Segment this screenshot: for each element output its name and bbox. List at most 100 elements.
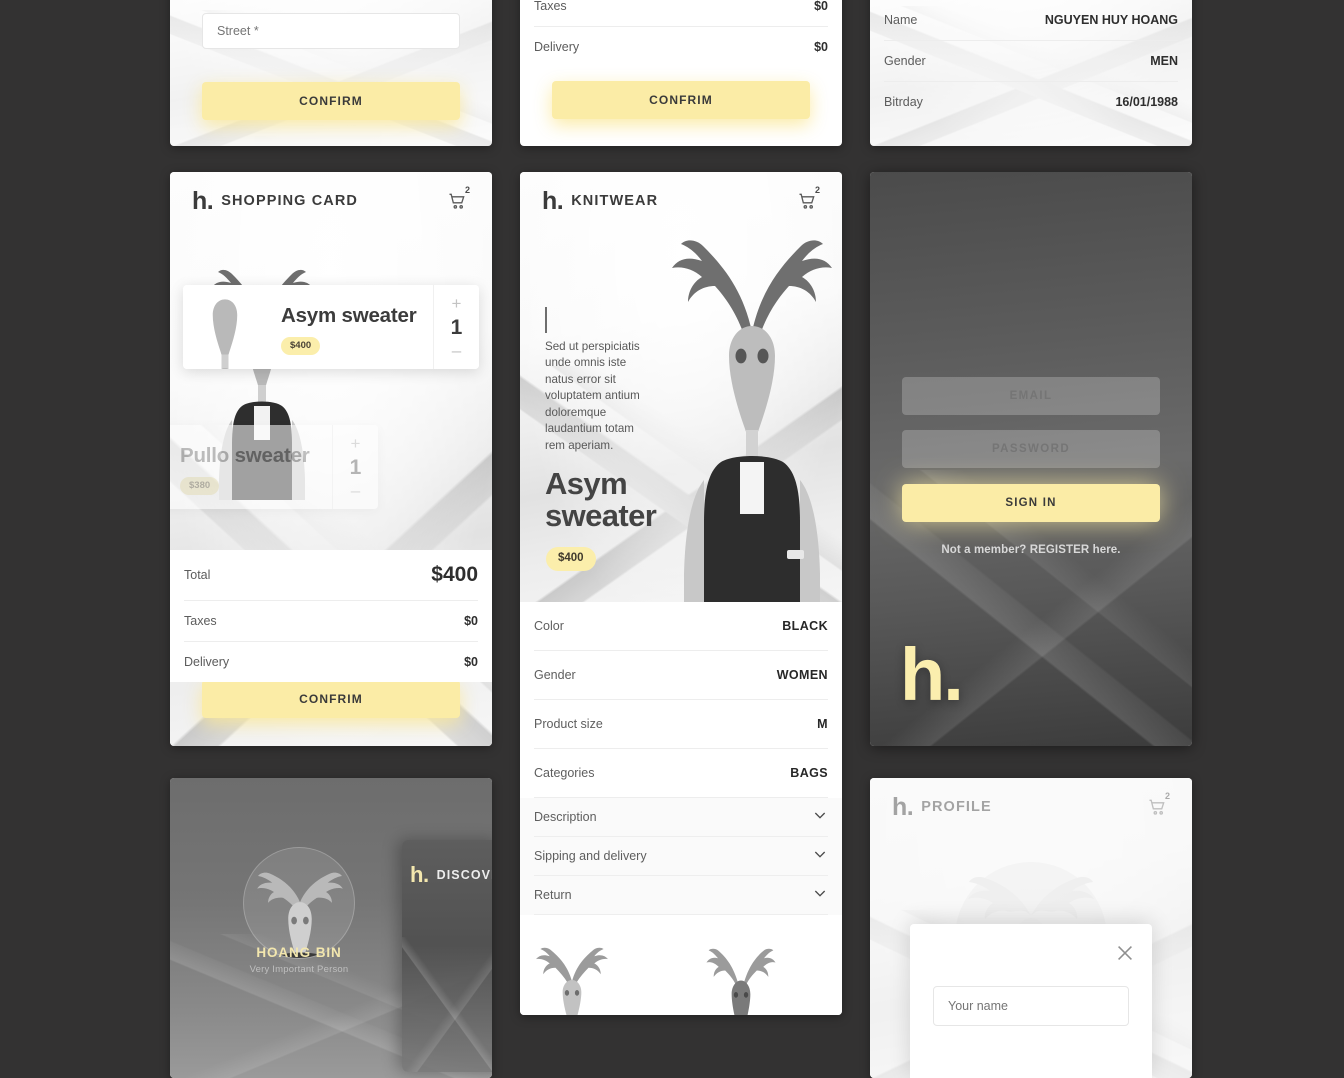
row-label: Gender	[884, 54, 926, 68]
quantity-stepper[interactable]: + 1 –	[332, 425, 378, 509]
table-row: Total $400	[184, 550, 478, 601]
profile-card: h. PROFILE 2	[870, 778, 1192, 1078]
attribute-label: Product size	[534, 717, 603, 731]
confirm-button[interactable]: CONFIRM	[202, 82, 460, 120]
attribute-value: M	[817, 717, 828, 731]
profile-card-header: h. PROFILE 2	[870, 778, 1192, 836]
accordion-description[interactable]: Description	[534, 798, 828, 837]
quantity-stepper[interactable]: + 1 –	[433, 285, 479, 369]
price-badge: $400	[281, 337, 321, 355]
product-name: Asym sweater	[545, 466, 657, 533]
attribute-value: BLACK	[782, 619, 828, 633]
list-item[interactable]: Asym sweater $400 + 1 –	[183, 285, 479, 369]
password-field[interactable]	[902, 430, 1160, 468]
brand-logo: h.	[900, 633, 964, 716]
table-row: Delivery $0	[184, 642, 478, 682]
accordion-label: Return	[534, 888, 572, 902]
email-field[interactable]	[902, 377, 1160, 415]
brand-logo: h.	[892, 792, 914, 821]
related-product-thumb[interactable]	[520, 917, 681, 1015]
decrement-button[interactable]: –	[351, 482, 360, 499]
row-value: 16/01/1988	[1115, 95, 1178, 109]
row-value: $0	[814, 40, 828, 54]
panel-photo	[402, 937, 492, 1072]
accordion-return[interactable]: Return	[534, 876, 828, 915]
shopping-cart-icon[interactable]: 2	[794, 185, 820, 214]
product-card-header: h. KNITWEAR 2	[520, 172, 842, 230]
edit-profile-modal	[910, 924, 1152, 1078]
product-accordions: Description Sipping and delivery Return	[520, 798, 842, 915]
table-row: Bitrday 16/01/1988	[884, 82, 1178, 122]
chevron-down-icon	[812, 807, 828, 828]
vip-subtitle: Very Important Person	[249, 964, 349, 975]
product-info: Pullo sweater $380	[170, 425, 332, 509]
row-label: Taxes	[184, 614, 217, 628]
table-row: Taxes $0	[534, 0, 828, 27]
list-item[interactable]: Pullo sweater $380 + 1 –	[170, 425, 378, 509]
row-value: $0	[814, 0, 828, 13]
sign-in-card: SIGN IN Not a member? REGISTER here. h.	[870, 172, 1192, 746]
page-title: KNITWEAR	[571, 193, 659, 209]
screenshot-board: CONFIRM Taxes $0 Delivery $0 CONFRIM Nam…	[0, 0, 1344, 1078]
row-label: Delivery	[184, 655, 230, 669]
product-name: Asym sweater	[281, 304, 417, 328]
confirm-button[interactable]: CONFRIM	[202, 680, 460, 718]
table-row: Delivery $0	[534, 27, 828, 67]
row-value: $400	[431, 563, 478, 586]
your-name-input[interactable]	[933, 986, 1129, 1026]
price-badge: $380	[180, 477, 220, 495]
table-row: Gender MEN	[884, 41, 1178, 82]
profile-info-card: Name NGUYEN HUY HOANG Gender MEN Bitrday…	[870, 0, 1192, 146]
avatar	[243, 847, 355, 959]
page-title: SHOPPING CARD	[221, 193, 358, 209]
product-info: Asym sweater $400	[265, 285, 433, 369]
address-form-card: CONFIRM	[170, 0, 492, 146]
product-thumbnail	[183, 285, 265, 369]
row-label: Total	[184, 568, 211, 582]
product-name: Pullo sweater	[180, 444, 310, 468]
register-link[interactable]: Not a member? REGISTER here.	[902, 544, 1160, 556]
row-value: MEN	[1150, 54, 1178, 68]
increment-button[interactable]: +	[351, 435, 361, 452]
chevron-down-icon	[812, 846, 828, 867]
confirm-button[interactable]: CONFRIM	[552, 81, 810, 119]
shopping-cart-icon[interactable]: 2	[1144, 791, 1170, 820]
street-input[interactable]	[202, 13, 460, 49]
related-product-thumb[interactable]	[681, 917, 842, 1015]
product-attributes: Color BLACK Gender WOMEN Product size M …	[520, 602, 842, 798]
vip-discover-card: HOANG BIN Very Important Person h. DISCO…	[170, 778, 492, 1078]
table-row: Product size M	[534, 700, 828, 749]
vip-name: HOANG BIN	[256, 945, 342, 960]
profile-info-rows: Name NGUYEN HUY HOANG Gender MEN Bitrday…	[870, 0, 1192, 122]
row-label: Name	[884, 13, 918, 27]
price-badge: $400	[546, 547, 596, 571]
decrement-button[interactable]: –	[452, 342, 461, 359]
table-row: Taxes $0	[184, 601, 478, 642]
page-title: PROFILE	[921, 799, 992, 815]
cart-badge: 2	[814, 185, 820, 195]
chevron-down-icon	[812, 885, 828, 906]
summary-totals: Taxes $0 Delivery $0	[520, 0, 842, 67]
row-value: NGUYEN HUY HOANG	[1044, 13, 1178, 27]
attribute-value: WOMEN	[776, 668, 828, 682]
row-label: Taxes	[534, 0, 567, 13]
quantity-value: 1	[349, 455, 362, 479]
quantity-value: 1	[450, 315, 463, 339]
table-row: Gender WOMEN	[534, 651, 828, 700]
discover-header: h. DISCOVER	[410, 864, 492, 886]
attribute-value: BAGS	[790, 766, 828, 780]
product-detail-card: h. KNITWEAR 2 Sed ut perspiciatis unde o…	[520, 172, 842, 1015]
attribute-label: Color	[534, 619, 564, 633]
panel-title: DISCOVER	[436, 868, 492, 882]
cart-badge: 2	[1164, 791, 1170, 801]
related-products	[520, 917, 842, 1015]
brand-logo: h.	[192, 186, 214, 215]
accordion-shipping[interactable]: Sipping and delivery	[534, 837, 828, 876]
close-icon[interactable]	[1114, 942, 1136, 964]
shopping-cart-icon[interactable]: 2	[444, 186, 470, 214]
checkout-summary-card: Taxes $0 Delivery $0 CONFRIM	[520, 0, 842, 146]
accent-bar	[545, 307, 547, 333]
increment-button[interactable]: +	[452, 295, 462, 312]
accordion-label: Description	[534, 810, 597, 824]
sign-in-button[interactable]: SIGN IN	[902, 484, 1160, 522]
